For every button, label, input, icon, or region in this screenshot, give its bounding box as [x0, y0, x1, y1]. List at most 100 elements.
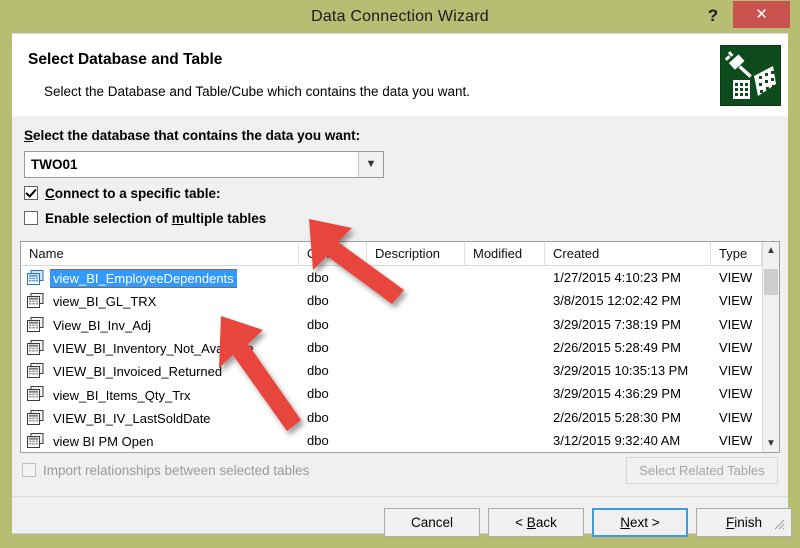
import-relationships-checkbox: Import relationships between selected ta… [22, 463, 309, 478]
cell-created: 3/8/2015 12:02:42 PM [553, 293, 681, 309]
connect-specific-table-checkbox[interactable]: Connect to a specific table: [24, 186, 221, 206]
table-name-text: VIEW_BI_Inventory_Not_Available [53, 340, 254, 356]
cell-modified [473, 336, 545, 359]
database-view-icon [27, 270, 44, 285]
table-name-text: VIEW_BI_IV_LastSoldDate [53, 410, 211, 426]
cell-description [375, 266, 465, 289]
select-related-tables-button: Select Related Tables [626, 457, 778, 484]
cell-created: 3/12/2015 9:32:40 AM [553, 433, 681, 449]
column-header-modified[interactable]: Modified [465, 242, 545, 265]
checkbox-box [22, 463, 36, 477]
database-view-icon [27, 363, 44, 379]
database-combobox[interactable]: TWO01 ▼ [24, 151, 384, 178]
checkbox-box [24, 186, 38, 200]
database-view-icon [27, 433, 44, 449]
column-header-owner[interactable]: Owner [299, 242, 367, 265]
column-header-created[interactable]: Created [545, 242, 711, 265]
cell-modified [473, 289, 545, 312]
listview-scrollbar[interactable]: ▲ ▼ [762, 242, 779, 452]
page-title: Select Database and Table [28, 51, 223, 68]
cell-description [375, 429, 465, 452]
database-selected-value: TWO01 [31, 157, 78, 172]
cell-name: VIEW_BI_Inventory_Not_Available [50, 336, 257, 359]
enable-multiple-tables-label: Enable selection of multiple tables [45, 211, 267, 226]
table-name-text: View_BI_Inv_Adj [53, 317, 152, 333]
cell-name: View_BI_Inv_Adj [50, 313, 154, 336]
cell-name: VIEW_BI_Invoiced_Returned [50, 359, 225, 382]
scrollbar-thumb[interactable] [764, 269, 778, 295]
cell-owner: dbo [307, 433, 329, 449]
cell-owner: dbo [307, 270, 329, 285]
table-row[interactable]: VIEW_BI_IV_LastSoldDate dbo 2/26/2015 5:28… [21, 406, 762, 429]
cell-type: VIEW [719, 339, 753, 355]
chevron-up-icon[interactable]: ▲ [763, 242, 779, 259]
cell-description [375, 289, 465, 312]
cell-name: VIEW_BI_IV_LastSoldDate [50, 406, 214, 429]
table-row[interactable]: view_BI_EmployeeDependents dbo 1/27/2015 4… [21, 266, 762, 289]
connect-specific-table-label: Connect to a specific table: [45, 186, 221, 201]
cell-created: 3/29/2015 10:35:13 PM [553, 363, 689, 379]
listview-rows: view_BI_EmployeeDependents dbo 1/27/2015 4… [21, 266, 762, 452]
cell-description [375, 406, 465, 429]
import-relationships-label: Import relationships between selected ta… [43, 463, 310, 478]
cell-owner: dbo [307, 386, 329, 402]
table-name-text: view_BI_Items_Qty_Trx [53, 387, 191, 403]
window-title: Data Connection Wizard [311, 8, 489, 25]
cell-type: VIEW [719, 409, 753, 425]
database-view-icon [27, 339, 44, 355]
cell-description [375, 359, 465, 382]
cell-created: 2/26/2015 5:28:49 PM [553, 339, 681, 355]
enable-multiple-tables-checkbox[interactable]: Enable selection of multiple tables [24, 211, 266, 231]
table-row[interactable]: view BI PM Open dbo 3/12/2015 9:32:40 AM VI… [21, 429, 762, 452]
cell-name: view BI PM Open [50, 429, 156, 452]
close-button[interactable]: ✕ [733, 1, 790, 28]
cell-type: VIEW [719, 293, 753, 309]
database-view-icon [27, 316, 44, 332]
cell-description [375, 382, 465, 405]
column-header-name[interactable]: Name [21, 242, 299, 265]
tables-listview[interactable]: Name Owner Description Modified Created Type … [20, 241, 780, 453]
cell-modified [473, 359, 545, 382]
cell-owner: dbo [307, 409, 329, 425]
cell-name: view_BI_Items_Qty_Trx [50, 382, 194, 405]
table-row[interactable]: view_BI_Items_Qty_Trx dbo 3/29/2015 4:36:2… [21, 382, 762, 405]
table-row[interactable]: view_BI_GL_TRX dbo 3/8/2015 12:02:42 PM VIE… [21, 289, 762, 312]
table-name-text: view_BI_EmployeeDependents [50, 269, 237, 289]
table-name-text: view_BI_GL_TRX [53, 294, 157, 310]
cell-type: VIEW [719, 316, 753, 332]
table-row[interactable]: View_BI_Inv_Adj dbo 3/29/2015 7:38:19 PM VI… [21, 313, 762, 336]
table-row[interactable]: VIEW_BI_Invoiced_Returned dbo 3/29/2015 10… [21, 359, 762, 382]
help-button[interactable]: ? [698, 1, 728, 31]
cancel-button[interactable]: Cancel [384, 508, 480, 537]
chevron-down-icon[interactable]: ▼ [763, 435, 779, 452]
cell-name: view_BI_GL_TRX [50, 289, 159, 312]
cell-modified [473, 313, 545, 336]
database-view-icon [27, 409, 44, 425]
cell-modified [473, 429, 545, 452]
back-button[interactable]: < Back [488, 508, 584, 537]
cell-type: VIEW [719, 363, 753, 379]
cell-description [375, 313, 465, 336]
next-button[interactable]: Next > [592, 508, 688, 537]
database-label: Select the database that contains the da… [24, 128, 361, 143]
cell-created: 3/29/2015 4:36:29 PM [553, 386, 681, 402]
database-view-icon [27, 293, 44, 309]
column-header-type[interactable]: Type [711, 242, 762, 265]
cell-modified [473, 406, 545, 429]
cell-owner: dbo [307, 339, 329, 355]
screenshot-root: Data Connection Wizard ? ✕ Select Databa… [0, 0, 800, 548]
chevron-down-icon[interactable]: ▼ [358, 152, 383, 177]
dialog-window: Data Connection Wizard ? ✕ Select Databa… [0, 0, 800, 548]
table-name-text: VIEW_BI_Invoiced_Returned [53, 364, 223, 380]
cell-created: 2/26/2015 5:28:30 PM [553, 409, 681, 425]
data-connection-icon [720, 45, 781, 106]
title-bar: Data Connection Wizard ? ✕ [0, 0, 800, 33]
table-row[interactable]: VIEW_BI_Inventory_Not_Available dbo 2/26/2… [21, 336, 762, 359]
checkbox-box [24, 211, 38, 225]
cell-created: 1/27/2015 4:10:23 PM [553, 270, 681, 285]
resize-grip-icon[interactable] [773, 518, 785, 530]
cell-created: 3/29/2015 7:38:19 PM [553, 316, 681, 332]
cell-type: VIEW [719, 433, 753, 449]
column-header-description[interactable]: Description [367, 242, 465, 265]
page-subtitle: Select the Database and Table/Cube which… [44, 84, 471, 99]
